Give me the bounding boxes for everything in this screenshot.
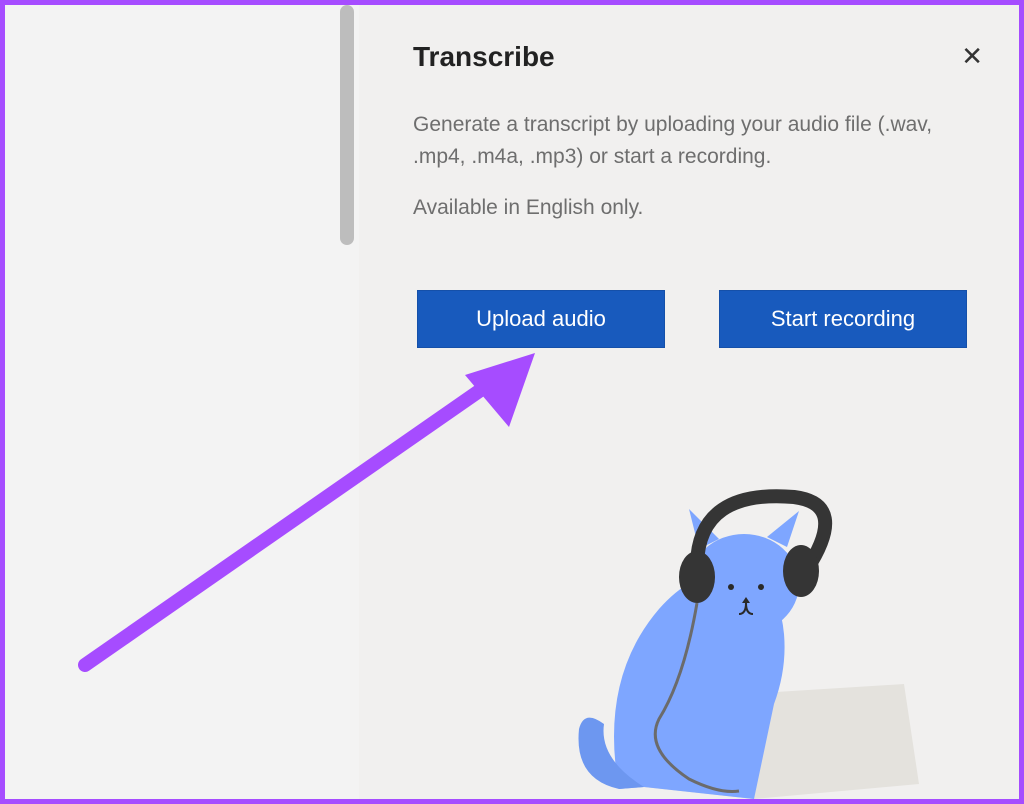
start-recording-button[interactable]: Start recording <box>719 290 967 348</box>
panel-header: Transcribe ✕ <box>413 41 989 73</box>
panel-title: Transcribe <box>413 41 555 73</box>
panel-availability-note: Available in English only. <box>413 196 989 220</box>
window-frame: Transcribe ✕ Generate a transcript by up… <box>0 0 1024 804</box>
scrollbar-track[interactable] <box>335 5 359 799</box>
panel-description: Generate a transcript by uploading your … <box>413 109 973 172</box>
close-icon[interactable]: ✕ <box>955 41 989 71</box>
cat-headphones-illustration <box>549 469 929 799</box>
button-row: Upload audio Start recording <box>413 290 989 348</box>
transcribe-panel: Transcribe ✕ Generate a transcript by up… <box>359 5 1019 799</box>
scrollbar-thumb[interactable] <box>340 5 354 245</box>
upload-audio-button[interactable]: Upload audio <box>417 290 665 348</box>
document-area <box>5 5 335 799</box>
